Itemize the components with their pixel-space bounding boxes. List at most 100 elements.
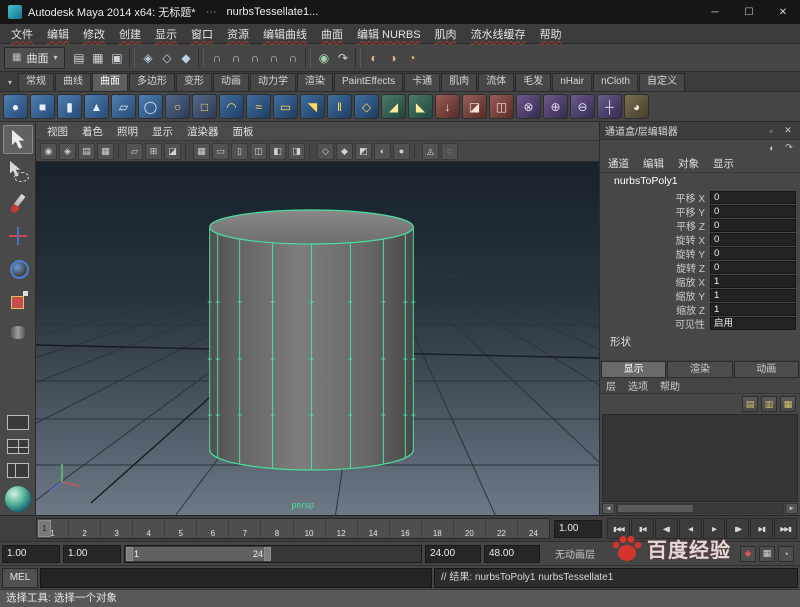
channelbox-menu-channels[interactable]: 通道 (608, 156, 629, 171)
layer-tab-render[interactable]: 渲染 (667, 361, 732, 378)
menu-edit[interactable]: 编辑 (40, 26, 76, 42)
make-live-icon[interactable]: ◉ (314, 48, 333, 68)
maximize-button[interactable]: ☐ (732, 0, 766, 24)
camera-attributes-icon[interactable]: ▤ (78, 143, 95, 160)
channel-translate-z-value[interactable]: 0 (710, 219, 796, 232)
viewport-menu-renderer[interactable]: 渲染器 (180, 124, 226, 139)
shelf-tab-nhair[interactable]: nHair (552, 73, 592, 91)
anim-snap-icon[interactable]: ▦ (759, 546, 775, 562)
channel-rotate-z-value[interactable]: 0 (710, 261, 796, 274)
layer-tab-display[interactable]: 显示 (601, 361, 666, 378)
layer-menu-help[interactable]: 帮助 (660, 378, 680, 393)
snap-to-grid-icon[interactable]: ∩ (207, 48, 226, 68)
shelf-menu-icon[interactable]: ▾ (2, 73, 18, 91)
channel-scale-y-value[interactable]: 1 (710, 289, 796, 302)
channel-rotate-y-value[interactable]: 0 (710, 247, 796, 260)
channelbox-menu-object[interactable]: 对象 (678, 156, 699, 171)
animation-end-field[interactable]: 48.00 (484, 545, 540, 563)
command-input[interactable] (40, 568, 432, 588)
minimize-button[interactable]: ─ (698, 0, 732, 24)
gate-mask-icon[interactable]: ◫ (250, 143, 267, 160)
snap-to-curve-icon[interactable]: ∩ (226, 48, 245, 68)
shelf-tab-curves[interactable]: 曲线 (55, 73, 91, 91)
scrollbar-track[interactable] (616, 503, 784, 514)
shaded-mode-icon[interactable]: ◆ (336, 143, 353, 160)
layout-four-pane[interactable] (3, 436, 33, 457)
play-forwards-button[interactable]: ▶ (703, 518, 726, 539)
project-curve-icon[interactable]: ↓ (435, 94, 460, 119)
cylinder-mesh[interactable] (208, 210, 416, 470)
render-sphere-thumbnail[interactable] (5, 486, 31, 512)
snap-to-view-plane-icon[interactable]: ∩ (283, 48, 302, 68)
shelf-tab-painteffects[interactable]: PaintEffects (334, 73, 403, 91)
shelf-tab-polygons[interactable]: 多边形 (129, 73, 175, 91)
shelf-tab-ncloth[interactable]: nCloth (593, 73, 638, 91)
shelf-tab-general[interactable]: 常规 (18, 73, 54, 91)
paint-select-tool[interactable] (3, 189, 33, 218)
new-layer-from-selected-icon[interactable]: ▥ (761, 396, 777, 412)
nurbs-plane-icon[interactable]: ▱ (111, 94, 136, 119)
menu-pipeline-cache[interactable]: 流水线缓存 (464, 26, 533, 42)
play-backwards-button[interactable]: ◀ (679, 518, 702, 539)
shelf-tab-dynamics[interactable]: 动力学 (250, 73, 296, 91)
menu-edit-curves[interactable]: 编辑曲线 (256, 26, 314, 42)
channel-visibility-value[interactable]: 启用 (710, 317, 796, 330)
use-all-lights-icon[interactable]: ◐ (374, 143, 391, 160)
nurbs-torus-icon[interactable]: ◯ (138, 94, 163, 119)
step-back-key-button[interactable]: ▮◀ (631, 518, 654, 539)
scroll-right-icon[interactable]: ► (785, 503, 798, 514)
channelbox-menu-show[interactable]: 显示 (713, 156, 734, 171)
shelf-tab-deformation[interactable]: 变形 (176, 73, 212, 91)
select-by-object-icon[interactable]: ◇ (157, 48, 176, 68)
textured-mode-icon[interactable]: ◩ (355, 143, 372, 160)
select-camera-icon[interactable]: ◉ (40, 143, 57, 160)
dock-icon[interactable]: ▫ (764, 124, 778, 138)
shelf-tab-fur[interactable]: 毛发 (515, 73, 551, 91)
channel-translate-x-value[interactable]: 0 (710, 191, 796, 204)
scroll-left-icon[interactable]: ◄ (602, 503, 615, 514)
shelf-tab-rendering[interactable]: 渲染 (297, 73, 333, 91)
insert-isoparms-icon[interactable]: ┼ (597, 94, 622, 119)
playback-end-field[interactable]: 24.00 (425, 545, 481, 563)
safe-action-icon[interactable]: ◧ (269, 143, 286, 160)
menu-assets[interactable]: 资源 (220, 26, 256, 42)
step-back-frame-button[interactable]: ◀▮ (655, 518, 678, 539)
select-by-component-icon[interactable]: ◆ (176, 48, 195, 68)
revolve-icon[interactable]: ◠ (219, 94, 244, 119)
go-to-start-button[interactable]: ▮◀◀ (607, 518, 630, 539)
command-language-toggle[interactable]: MEL (2, 568, 38, 588)
planar-icon[interactable]: ▭ (273, 94, 298, 119)
trim-tool-icon[interactable]: ◪ (462, 94, 487, 119)
move-tool[interactable] (3, 221, 33, 250)
nurbs-cube-icon[interactable]: ■ (30, 94, 55, 119)
scrollbar-thumb[interactable] (618, 505, 693, 512)
viewport-3d-view[interactable]: persp (36, 162, 599, 515)
extrude-icon[interactable]: ◥ (300, 94, 325, 119)
menu-edit-nurbs[interactable]: 编辑 NURBS (350, 26, 428, 42)
nurbs-square-icon[interactable]: □ (192, 94, 217, 119)
channel-scale-z-value[interactable]: 1 (710, 303, 796, 316)
nurbs-cone-icon[interactable]: ▲ (84, 94, 109, 119)
bevel-plus-icon[interactable]: ◣ (408, 94, 433, 119)
xray-icon[interactable]: ◌ (441, 143, 458, 160)
wireframe-mode-icon[interactable]: ◇ (317, 143, 334, 160)
scene-new-icon[interactable]: ▤ (69, 48, 88, 68)
shelf-tab-muscle[interactable]: 肌肉 (441, 73, 477, 91)
detach-surfaces-icon[interactable]: ⊖ (570, 94, 595, 119)
channel-manip-icon[interactable]: ↷ (782, 141, 796, 155)
layer-menu-layers[interactable]: 层 (606, 378, 616, 393)
attach-surfaces-icon[interactable]: ⊕ (543, 94, 568, 119)
go-to-end-button[interactable]: ▶▶▮ (774, 518, 797, 539)
new-render-layer-icon[interactable]: ▦ (780, 396, 796, 412)
snap-to-point-icon[interactable]: ∩ (245, 48, 264, 68)
channel-speed-icon[interactable]: ◐ (765, 141, 779, 155)
viewport-menu-show[interactable]: 显示 (145, 124, 180, 139)
menu-surfaces[interactable]: 曲面 (314, 26, 350, 42)
select-by-hierarchy-icon[interactable]: ◈ (138, 48, 157, 68)
lock-camera-icon[interactable]: ◈ (59, 143, 76, 160)
animation-preferences-icon[interactable]: ◔ (778, 546, 794, 562)
channel-scale-x-value[interactable]: 1 (710, 275, 796, 288)
nurbs-circle-icon[interactable]: ○ (165, 94, 190, 119)
auto-keyframe-icon[interactable]: ◆ (740, 546, 756, 562)
layer-tab-anim[interactable]: 动画 (734, 361, 799, 378)
